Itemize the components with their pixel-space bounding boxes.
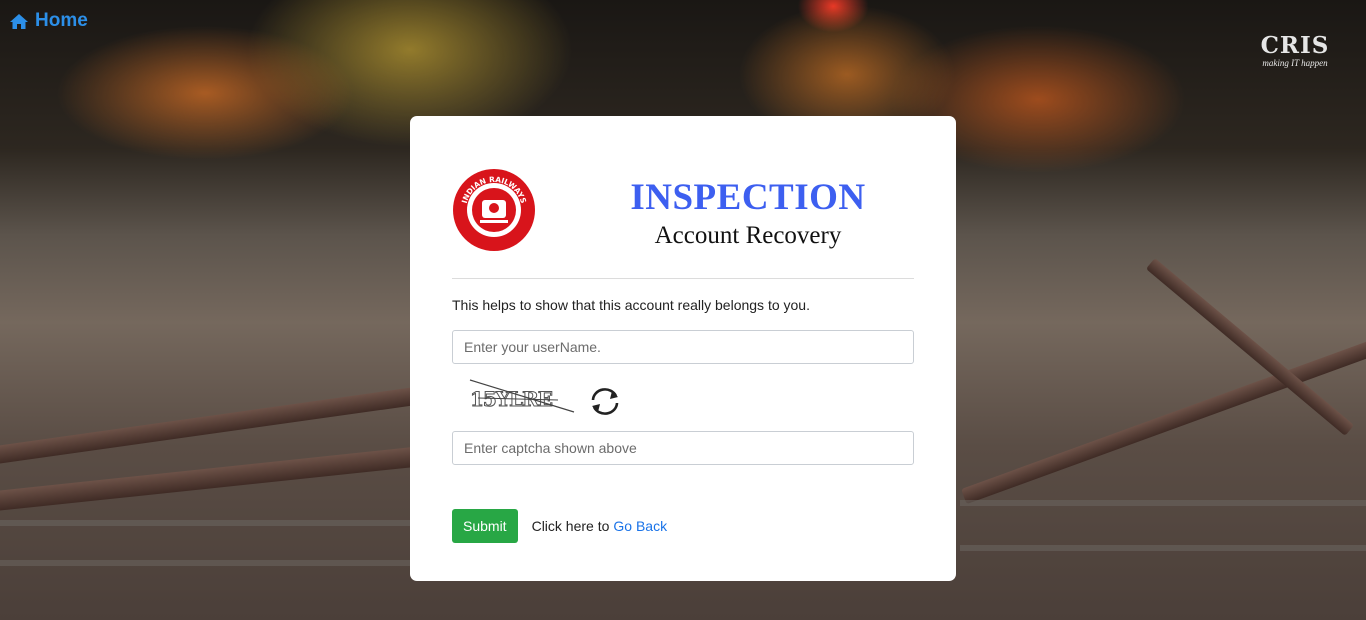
- form-actions: Submit Click here to Go Back: [452, 509, 914, 543]
- home-icon: [10, 13, 28, 29]
- captcha-image: 15YLRE: [470, 379, 575, 413]
- username-input[interactable]: [452, 330, 914, 364]
- tie: [960, 500, 1366, 506]
- cris-logo-text: CRIS: [1260, 32, 1330, 59]
- tie: [0, 560, 420, 566]
- rail-left-2: [0, 445, 430, 515]
- info-text: This helps to show that this account rea…: [452, 297, 810, 313]
- tie: [960, 545, 1366, 551]
- captcha-input[interactable]: [452, 431, 914, 465]
- refresh-captcha-icon[interactable]: [588, 386, 622, 416]
- rail-right: [961, 331, 1366, 505]
- go-back-link[interactable]: Go Back: [613, 518, 667, 534]
- page-title: INSPECTION: [630, 177, 866, 218]
- captcha-row: 15YLRE: [452, 368, 914, 426]
- cris-logo-tagline: making IT happen: [1262, 58, 1328, 68]
- submit-button[interactable]: Submit: [452, 509, 518, 543]
- page-subtitle: Account Recovery: [654, 222, 842, 249]
- cris-logo: CRIS making IT happen: [1258, 32, 1332, 69]
- indian-railways-emblem-icon: INDIAN RAILWAYS: [453, 169, 535, 251]
- home-label: Home: [35, 10, 88, 31]
- recovery-card: INDIAN RAILWAYS INSPECTION Account Recov…: [410, 116, 956, 581]
- home-link[interactable]: Home: [9, 10, 88, 32]
- title-block: INSPECTION Account Recovery: [582, 176, 914, 252]
- goback-prefix: Click here to: [531, 518, 610, 534]
- card-header: INDIAN RAILWAYS INSPECTION Account Recov…: [452, 116, 914, 279]
- tie: [0, 520, 420, 526]
